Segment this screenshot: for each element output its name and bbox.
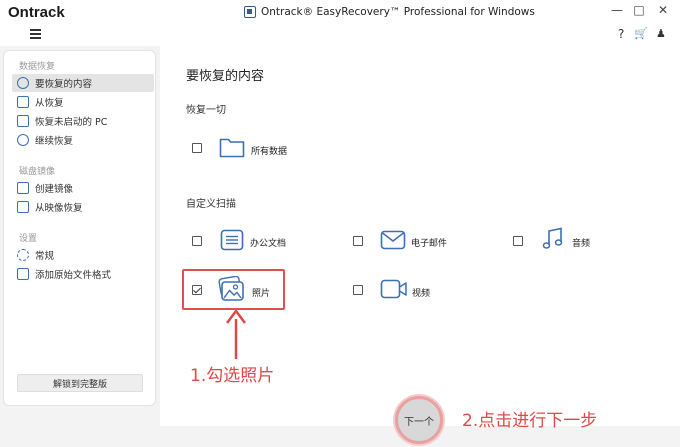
brand-logo: Ontrack [8,4,65,21]
sidebar-item-label: 从恢复 [35,98,64,109]
sidebar-item-what-to-recover[interactable]: 要恢复的内容 [12,74,154,92]
audio-checkbox[interactable] [513,236,523,246]
option-office-docs[interactable] [192,236,202,246]
all-data-checkbox[interactable] [192,143,202,153]
option-email[interactable] [353,236,363,246]
email-label: 电子邮件 [411,239,448,249]
section-custom-scan: 自定义扫描 [186,199,236,210]
section-disk-imaging: 磁盘镜像 [19,167,56,177]
video-label: 视频 [412,289,431,299]
maximize-button[interactable]: □ [630,3,648,17]
option-audio[interactable] [513,236,523,246]
sidebar-item-label: 添加原始文件格式 [35,270,112,281]
cart-icon[interactable]: 🛒 [634,27,648,40]
audio-label: 音频 [572,239,591,249]
annotation-step2: 2.点击进行下一步 [462,411,598,431]
unlock-full-version-button[interactable]: 解锁到完整版 [17,374,143,392]
video-checkbox[interactable] [353,285,363,295]
sidebar-item-resume-recovery[interactable]: 继续恢复 [12,131,154,149]
music-icon [542,227,563,249]
create-image-icon [17,182,29,194]
window-title-text: Ontrack® EasyRecovery™ Professional for … [261,6,535,18]
sidebar-item-unbootable-pc[interactable]: 恢复未启动的 PC [12,112,154,130]
email-icon [380,230,406,250]
sidebar-item-label: 要恢复的内容 [35,79,93,90]
next-button[interactable]: 下一个 [395,396,443,444]
option-video[interactable] [353,285,363,295]
close-button[interactable]: ✕ [654,3,672,17]
help-icon[interactable]: ? [618,27,624,41]
sidebar-item-general[interactable]: 常规 [12,246,154,264]
sidebar-item-label: 继续恢复 [35,136,74,147]
app-logo-icon [244,6,256,18]
sidebar-item-recover-from[interactable]: 从恢复 [12,93,154,111]
office-docs-checkbox[interactable] [192,236,202,246]
folder-icon [219,138,245,158]
sidebar-item-label: 常规 [35,251,55,262]
restore-image-icon [17,201,29,213]
window-title: Ontrack® EasyRecovery™ Professional for … [244,6,535,18]
page-title: 要恢复的内容 [186,69,265,84]
document-icon [220,229,244,251]
section-settings: 设置 [19,234,38,244]
toolbar: ? 🛒 ♟ [0,26,680,46]
pc-icon [17,115,29,127]
target-icon [17,77,29,89]
annotation-step1: 1.勾选照片 [190,366,275,386]
menu-icon[interactable] [30,29,41,39]
sidebar-item-label: 创建镜像 [35,184,74,195]
video-icon [380,279,407,299]
minimize-button[interactable]: — [608,3,626,17]
sidebar-item-label: 从映像恢复 [35,203,83,214]
sidebar-item-restore-image[interactable]: 从映像恢复 [12,198,154,216]
arrow-up-icon [226,309,246,359]
drive-icon [17,96,29,108]
section-recover-everything: 恢复一切 [186,105,226,116]
all-data-label: 所有数据 [251,147,288,157]
office-docs-label: 办公文档 [250,239,287,249]
sidebar-item-create-image[interactable]: 创建镜像 [12,179,154,197]
gear-icon [17,249,29,261]
sidebar: 数据恢复 要恢复的内容 从恢复 恢复未启动的 PC 继续恢复 磁盘镜像 创建镜像… [3,50,156,406]
section-data-recovery: 数据恢复 [19,62,56,72]
photo-highlight-box [182,269,285,310]
email-checkbox[interactable] [353,236,363,246]
title-bar: Ontrack Ontrack® EasyRecovery™ Professio… [0,0,680,26]
sidebar-item-label: 恢复未启动的 PC [35,117,108,128]
file-format-icon [17,268,29,280]
option-all-data[interactable] [192,143,202,153]
user-icon[interactable]: ♟ [656,27,666,40]
resume-icon [17,134,29,146]
sidebar-item-add-file-format[interactable]: 添加原始文件格式 [12,265,154,283]
